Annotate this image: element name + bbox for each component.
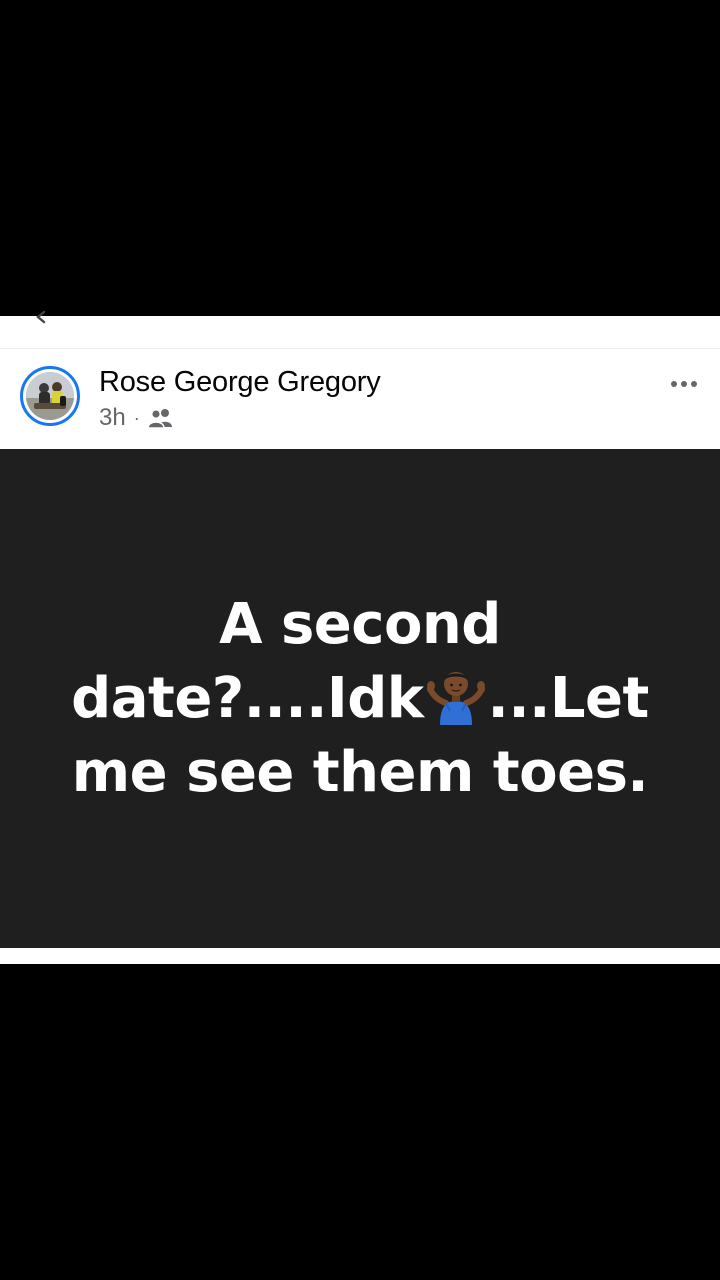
chevron-icon (36, 310, 46, 324)
meta-separator: · (133, 407, 140, 428)
post-time[interactable]: 3h (99, 404, 126, 432)
post-meta: 3h · (99, 404, 174, 432)
more-options-button[interactable] (664, 369, 704, 399)
author-name[interactable]: Rose George Gregory (99, 366, 381, 399)
post-header: Rose George Gregory 3h · (0, 349, 720, 449)
avatar-photo (26, 372, 74, 420)
person-shrugging-emoji (426, 671, 485, 725)
letterbox-bottom (0, 964, 720, 1280)
previous-post-edge (0, 310, 720, 349)
friends-icon (147, 408, 172, 428)
letterbox-top (0, 0, 720, 316)
screen: Rose George Gregory 3h · A second date?.… (0, 0, 720, 1280)
avatar-image (26, 372, 74, 420)
avatar[interactable] (20, 366, 80, 426)
more-options-icon (671, 381, 697, 387)
post-card: Rose George Gregory 3h · A second date?.… (0, 310, 720, 964)
post-text: A second date?....Idk ...Let me see them… (50, 588, 670, 810)
post-text-background[interactable]: A second date?....Idk ...Let me see them… (0, 449, 720, 948)
